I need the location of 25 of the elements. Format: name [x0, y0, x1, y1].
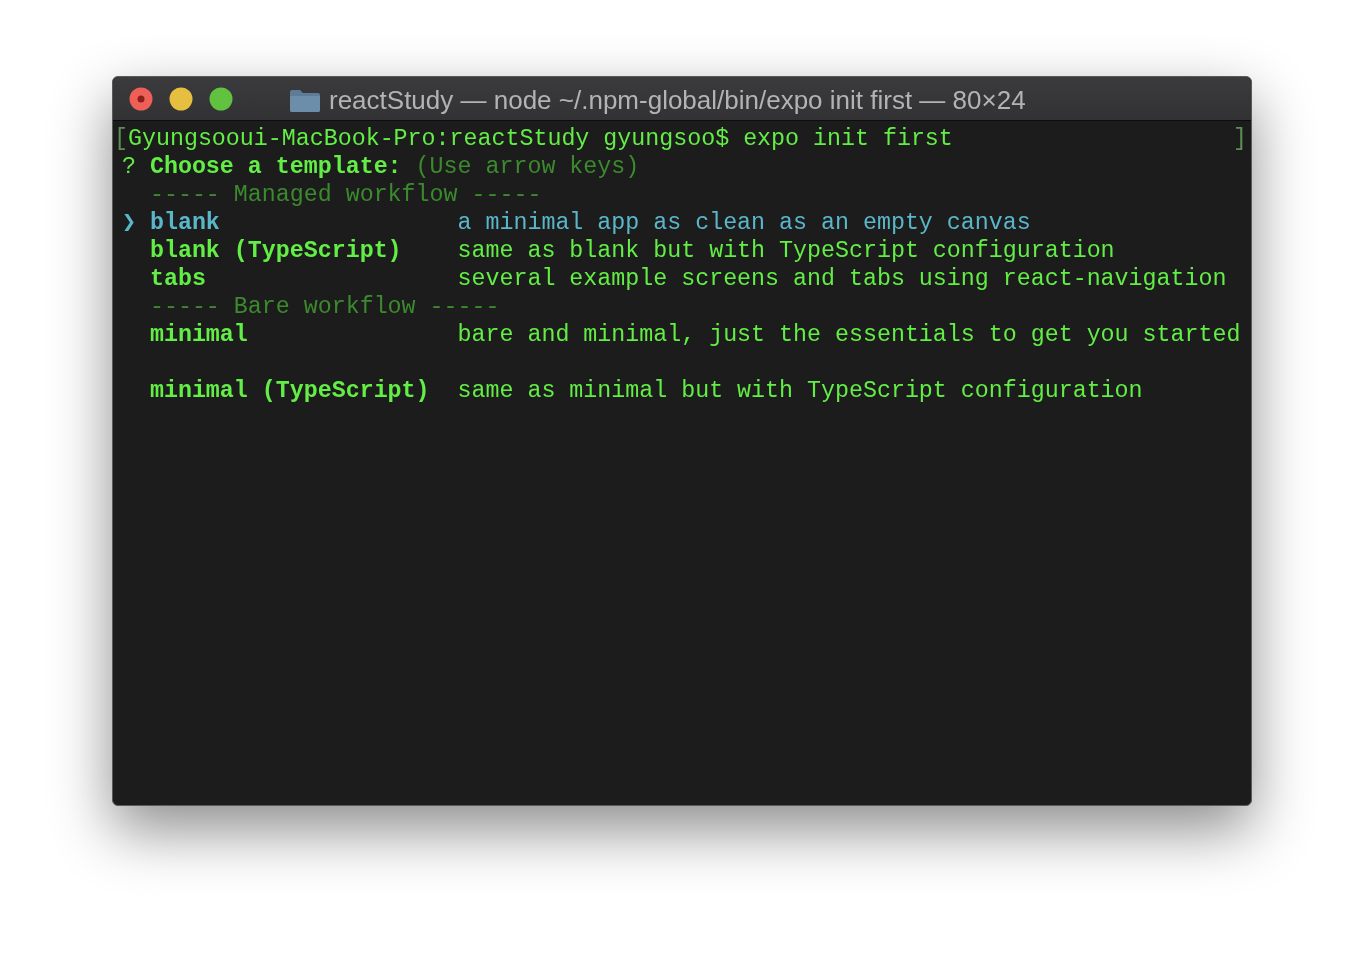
template-name[interactable]: minimal — [149, 321, 248, 349]
command-text: expo init first — [743, 125, 953, 153]
template-description: bare and minimal, just the essentials to get you started — [457, 321, 1241, 349]
shell-prompt: Gyungsooui-MacBook-Pro:reactStudy gyungsoo$ — [128, 125, 730, 153]
minimize-button[interactable] — [169, 86, 193, 111]
bracket-mark: ] — [1233, 125, 1247, 153]
template-name[interactable]: minimal (TypeScript) — [149, 377, 430, 405]
question-mark: ? — [122, 153, 137, 181]
folder-icon — [289, 88, 321, 113]
template-name[interactable]: blank — [149, 209, 220, 237]
template-description: a minimal app as clean as an empty canvas — [457, 209, 1031, 237]
template-description: same as minimal but with TypeScript configuration — [457, 377, 1143, 405]
section-separator: ----- Bare workflow ----- — [149, 293, 500, 321]
prompt-hint: (Use arrow keys) — [415, 153, 640, 181]
zoom-button[interactable] — [209, 86, 233, 111]
template-name[interactable]: blank (TypeScript) — [149, 237, 402, 265]
selection-pointer: ❯ — [122, 209, 137, 237]
template-description: several example screens and tabs using react-navigation — [457, 265, 1227, 293]
template-description: same as blank but with TypeScript configuration — [457, 237, 1115, 265]
window-title: reactStudy — node ~/.npm-global/bin/expo init first — 80×24 — [329, 85, 1026, 116]
bracket-mark: [ — [114, 125, 128, 153]
close-button[interactable] — [129, 86, 153, 111]
prompt-message: Choose a template: — [149, 153, 402, 181]
section-separator: ----- Managed workflow ----- — [149, 181, 542, 209]
template-name[interactable]: tabs — [149, 265, 206, 293]
